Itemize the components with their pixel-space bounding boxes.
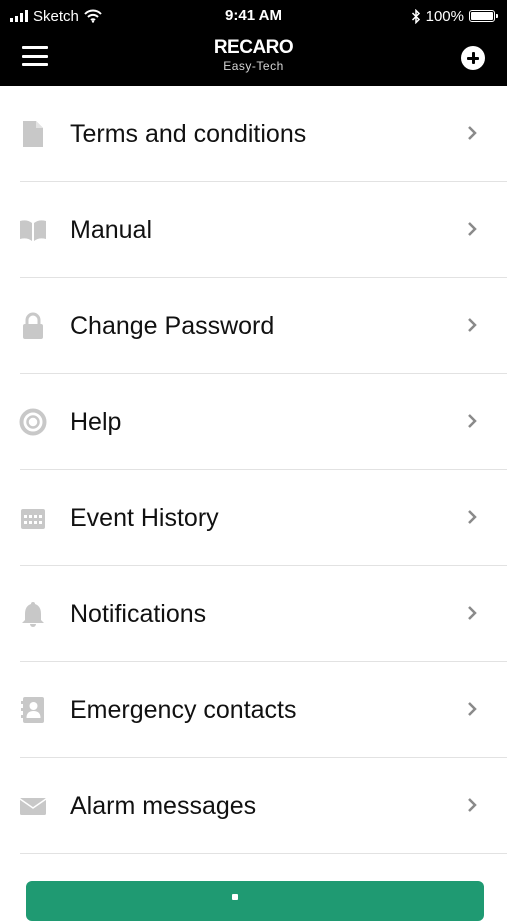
bluetooth-icon (411, 8, 420, 24)
menu-item-label: Notifications (70, 600, 207, 628)
battery-icon (469, 10, 498, 22)
envelope-icon (18, 791, 48, 821)
menu-item-label: Terms and conditions (70, 120, 307, 148)
chevron-right-icon (463, 508, 481, 526)
chevron-right-icon (463, 412, 481, 430)
logo-subtitle: Easy-Tech (223, 59, 284, 73)
battery-percentage: 100% (425, 7, 464, 25)
status-bar-right: 100% (411, 6, 498, 26)
menu-item-notifications[interactable]: Notifications (0, 566, 507, 662)
chevron-right-icon (463, 700, 481, 718)
menu-item-label: Emergency contacts (70, 696, 297, 724)
menu-item-alarm-messages[interactable]: Alarm messages (0, 758, 507, 854)
bottom-action-button[interactable] (26, 881, 484, 921)
chevron-right-icon (463, 220, 481, 238)
menu-item-change-password[interactable]: Change Password (0, 278, 507, 374)
logo-text: RECARO (213, 37, 294, 58)
settings-menu-list: Terms and conditions Manual Change Passw… (0, 86, 507, 854)
brand-logo: RECARO Easy-Tech (0, 37, 507, 74)
lifebuoy-icon (18, 407, 48, 437)
menu-item-event-history[interactable]: Event History (0, 470, 507, 566)
menu-item-manual[interactable]: Manual (0, 182, 507, 278)
app-header: Sketch 9:41 AM 100% RECARO Easy-Tech (0, 0, 507, 86)
menu-item-label: Manual (70, 216, 152, 244)
contact-card-icon (18, 695, 48, 725)
calendar-icon (18, 503, 48, 533)
chevron-right-icon (463, 796, 481, 814)
book-icon (18, 215, 48, 245)
lock-icon (18, 311, 48, 341)
chevron-right-icon (463, 604, 481, 622)
chevron-right-icon (463, 124, 481, 142)
menu-item-label: Event History (70, 504, 219, 532)
menu-item-label: Change Password (70, 312, 275, 340)
menu-item-help[interactable]: Help (0, 374, 507, 470)
bell-icon (18, 599, 48, 629)
chevron-right-icon (463, 316, 481, 334)
button-icon (232, 894, 238, 900)
document-icon (18, 119, 48, 149)
menu-item-emergency-contacts[interactable]: Emergency contacts (0, 662, 507, 758)
menu-item-label: Help (70, 408, 122, 436)
battery-level (471, 12, 493, 20)
menu-item-terms[interactable]: Terms and conditions (0, 86, 507, 182)
menu-item-label: Alarm messages (70, 792, 257, 820)
plus-circle-icon[interactable] (461, 46, 485, 70)
